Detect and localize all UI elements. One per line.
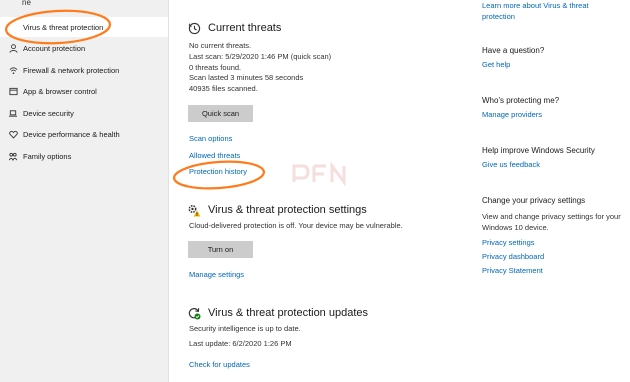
protecting-heading: Who's protecting me? <box>482 96 560 105</box>
privacy-heading: Change your privacy settings <box>482 196 586 205</box>
scan-options-link[interactable]: Scan options <box>189 134 232 143</box>
last-scan-text: Last scan: 5/29/2020 1:46 PM (quick scan… <box>189 52 332 61</box>
wifi-icon <box>3 66 23 75</box>
sidebar-item-app-browser[interactable]: App & browser control <box>0 81 168 101</box>
sidebar-item-label: App & browser control <box>23 86 97 96</box>
sidebar-item-home-partial[interactable]: ne <box>22 0 31 7</box>
question-heading: Have a question? <box>482 46 545 55</box>
sidebar-item-label: Family options <box>23 151 72 161</box>
improve-heading: Help improve Windows Security <box>482 146 595 155</box>
sidebar-item-device-security[interactable]: Device security <box>0 103 168 123</box>
give-feedback-link[interactable]: Give us feedback <box>482 160 540 171</box>
section-title: Virus & threat protection settings <box>208 204 367 216</box>
privacy-dashboard-link[interactable]: Privacy dashboard <box>482 252 544 263</box>
threat-history-icon <box>187 21 201 35</box>
scan-duration-text: Scan lasted 3 minutes 58 seconds <box>189 73 304 82</box>
protection-history-link[interactable]: Protection history <box>189 167 247 176</box>
updates-heading: Virus & threat protection updates <box>187 306 368 320</box>
threat-status: No current threats. <box>189 41 252 50</box>
last-update-text: Last update: 6/2/2020 1:26 PM <box>189 339 292 348</box>
sidebar-item-account-protection[interactable]: Account protection <box>0 38 168 58</box>
settings-heading: Virus & threat protection settings <box>187 203 367 217</box>
sidebar-item-label: Account protection <box>23 43 86 53</box>
sidebar-item-firewall[interactable]: Firewall & network protection <box>0 60 168 80</box>
sidebar-item-label: Device performance & health <box>23 129 120 139</box>
settings-warning-icon <box>187 203 201 217</box>
update-icon <box>187 306 201 320</box>
privacy-settings-link[interactable]: Privacy settings <box>482 238 535 249</box>
allowed-threats-link[interactable]: Allowed threats <box>189 151 240 160</box>
quick-scan-button[interactable]: Quick scan <box>188 105 253 122</box>
intelligence-status: Security intelligence is up to date. <box>189 324 301 333</box>
files-scanned-text: 40935 files scanned. <box>189 84 258 93</box>
get-help-link[interactable]: Get help <box>482 60 510 71</box>
sidebar-item-device-performance[interactable]: Device performance & health <box>0 124 168 144</box>
learn-more-link[interactable]: Learn more about Virus & threat protecti… <box>482 1 602 22</box>
sidebar-item-family-options[interactable]: Family options <box>0 146 168 166</box>
laptop-icon <box>3 109 23 118</box>
family-icon <box>3 152 23 161</box>
sidebar-item-label: Virus & threat protection <box>23 22 104 32</box>
manage-settings-link[interactable]: Manage settings <box>189 270 244 279</box>
sidebar-item-virus-threat-protection[interactable]: Virus & threat protection <box>0 17 168 37</box>
sidebar: ne Virus & threat protection Account pro… <box>0 0 169 382</box>
sidebar-item-label: Device security <box>23 108 74 118</box>
current-threats-heading: Current threats <box>187 21 281 35</box>
person-icon <box>3 43 23 53</box>
privacy-statement-link[interactable]: Privacy Statement <box>482 266 543 277</box>
section-title: Current threats <box>208 22 282 34</box>
section-title: Virus & threat protection updates <box>208 307 369 319</box>
heart-icon <box>3 130 23 139</box>
turn-on-button[interactable]: Turn on <box>188 241 253 258</box>
right-column: Learn more about Virus & threat protecti… <box>478 0 630 382</box>
sidebar-item-label: Firewall & network protection <box>23 65 120 75</box>
cloud-protection-warning: Cloud-delivered protection is off. Your … <box>189 221 403 230</box>
app-window-icon <box>3 87 23 96</box>
watermark <box>290 160 360 193</box>
check-for-updates-link[interactable]: Check for updates <box>189 360 250 369</box>
privacy-description: View and change privacy settings for you… <box>482 212 621 232</box>
manage-providers-link[interactable]: Manage providers <box>482 110 542 121</box>
